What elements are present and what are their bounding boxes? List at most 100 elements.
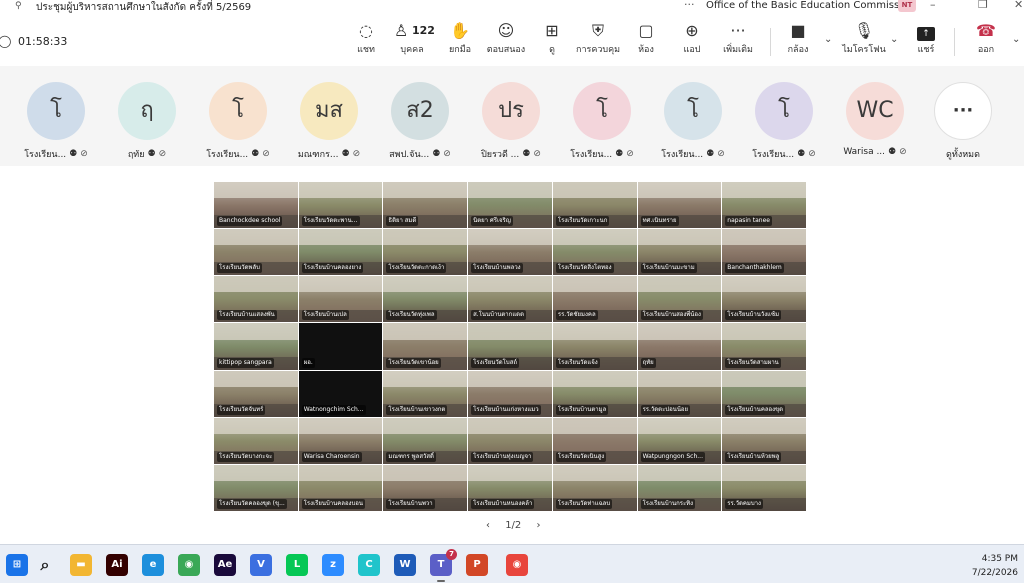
view-button[interactable]: ⊞ ดู bbox=[530, 20, 574, 56]
video-tile[interactable]: โรงเรียนบ้านห้วยพลู bbox=[722, 417, 806, 464]
video-tile[interactable]: โรงเรียนวัดจันทร์ bbox=[214, 370, 298, 417]
video-tile[interactable]: มณฑกร พูลสวัสดิ์ bbox=[383, 417, 468, 464]
after-effects-icon[interactable]: Ae bbox=[214, 554, 236, 576]
camera-button[interactable]: ■ กล้อง bbox=[776, 20, 820, 56]
video-tile[interactable]: Banchockdee school bbox=[214, 182, 298, 229]
raise-hand-button[interactable]: ✋ ยกมือ bbox=[438, 20, 482, 56]
chat-button[interactable]: ◌ แชท bbox=[344, 20, 388, 56]
video-tile[interactable]: โรงเรียนบ้านเขาวงกต bbox=[383, 370, 468, 417]
video-tile[interactable]: โรงเรียนวัดบางกะจะ bbox=[214, 417, 298, 464]
edge-icon[interactable]: e bbox=[142, 554, 164, 576]
video-tile[interactable]: ฤทัย bbox=[637, 323, 722, 370]
video-tile[interactable]: โรงเรียนบ้านวังแซ้ม bbox=[722, 276, 806, 323]
video-tile[interactable]: โรงเรียนวัดท่าแฉลบ bbox=[552, 464, 637, 511]
participant-tile[interactable]: โโรงเรียน... ⚉ ⊘ bbox=[648, 82, 738, 161]
video-tile[interactable]: Watpungngon Sch... bbox=[637, 417, 722, 464]
mic-options-chevron-icon[interactable]: ⌄ bbox=[890, 34, 898, 45]
video-tile[interactable]: โรงเรียนบ้านพลวง bbox=[468, 229, 552, 276]
chrome-profile-icon[interactable]: ◉ bbox=[506, 554, 528, 576]
video-tile[interactable]: โรงเรียนบ้านทุ่งเบญจา bbox=[468, 417, 552, 464]
apps-button[interactable]: ⊕ แอป bbox=[670, 20, 714, 56]
share-button[interactable]: ↑ แชร์ bbox=[904, 20, 948, 56]
video-tile[interactable]: ธิติยา สมดี bbox=[383, 182, 468, 229]
v-app-icon[interactable]: V bbox=[250, 554, 272, 576]
powerpoint-icon[interactable]: P bbox=[466, 554, 488, 576]
video-tile[interactable]: โรงเรียนวัดเกาะนก bbox=[552, 182, 637, 229]
video-tile[interactable]: รร.วัดตะปอนน้อย bbox=[637, 370, 722, 417]
video-tile[interactable]: โรงเรียนวัดเนินสูง bbox=[552, 417, 637, 464]
participant-tile[interactable]: มส มณฑกร... ⚉ ⊘ bbox=[284, 82, 374, 161]
participant-tile[interactable]: ปร ปิยรวดี ... ⚉ ⊘ bbox=[466, 82, 556, 161]
more-actions-button[interactable]: ··· เพิ่มเติม bbox=[716, 20, 760, 56]
video-tile[interactable]: ผอ. bbox=[298, 323, 383, 370]
participant-tile[interactable]: โโรงเรียน... ⚉ ⊘ bbox=[739, 82, 829, 161]
video-tile[interactable]: Warisa Charoensin bbox=[298, 417, 383, 464]
canva-icon[interactable]: C bbox=[358, 554, 380, 576]
file-explorer-icon[interactable]: ▬ bbox=[70, 554, 92, 576]
video-tile[interactable]: โรงเรียนวัดแจ้ง bbox=[552, 323, 637, 370]
camera-options-chevron-icon[interactable]: ⌄ bbox=[824, 34, 832, 45]
leave-options-chevron-icon[interactable]: ⌄ bbox=[1012, 34, 1020, 45]
video-tile[interactable]: โรงเรียนบ้านกระทิง bbox=[637, 464, 722, 511]
leave-button[interactable]: ☎ ออก bbox=[964, 20, 1008, 56]
line-icon[interactable]: L bbox=[286, 554, 308, 576]
previous-page-icon[interactable]: ‹ bbox=[486, 520, 490, 531]
participant-tile[interactable]: ส2 สพป.จัน... ⚉ ⊘ bbox=[375, 82, 465, 161]
video-tile[interactable]: napasin tanee bbox=[722, 182, 806, 229]
word-icon[interactable]: W bbox=[394, 554, 416, 576]
react-button[interactable]: ☺ ตอบสนอง bbox=[484, 20, 528, 56]
more-icon[interactable]: ··· bbox=[684, 0, 695, 11]
participant-count: 122 bbox=[412, 24, 435, 37]
participant-tile[interactable]: WC Warisa ... ⚉ ⊘ bbox=[830, 82, 920, 157]
video-tile[interactable]: โรงเรียนวัดตะพาน... bbox=[298, 182, 383, 229]
participant-tile[interactable]: โโรงเรียน... ⚉ ⊘ bbox=[11, 82, 101, 161]
video-tile[interactable]: โรงเรียนบ้านสองพี่น้อง bbox=[637, 276, 722, 323]
video-tile[interactable]: โรงเรียนวัดทุ่งเพล bbox=[383, 276, 468, 323]
participant-tile[interactable]: โโรงเรียน... ⚉ ⊘ bbox=[557, 82, 647, 161]
participant-tile[interactable]: ฤฤทัย ⚉ ⊘ bbox=[102, 82, 192, 161]
video-tile[interactable]: Banchanthakhlem bbox=[722, 229, 806, 276]
video-tile[interactable]: โรงเรียนบ้านคลองขุด bbox=[722, 370, 806, 417]
see-all-button[interactable]: ··· ดูทั้งหมด bbox=[918, 82, 1008, 161]
video-tile[interactable]: โรงเรียนบ้านมะขาม bbox=[637, 229, 722, 276]
video-tile[interactable]: โรงเรียนบ้านตามูล bbox=[552, 370, 637, 417]
video-tile[interactable]: โรงเรียนบ้านพวา bbox=[383, 464, 468, 511]
minimize-icon[interactable]: – bbox=[930, 0, 936, 11]
video-tile[interactable]: Watnongchim Sch... bbox=[298, 370, 383, 417]
search-icon[interactable]: ⌕ bbox=[34, 554, 56, 576]
video-tile[interactable]: โรงเรียนบ้านคลองบอน bbox=[298, 464, 383, 511]
video-tile[interactable]: นิตยา ศรีเจริญ bbox=[468, 182, 552, 229]
video-tile[interactable]: โรงเรียนบ้านแสลงพัน bbox=[214, 276, 298, 323]
video-tile[interactable]: โรงเรียนบ้านคลองยาง bbox=[298, 229, 383, 276]
video-tile[interactable]: โรงเรียนบ้านแก่งหางแมว bbox=[468, 370, 552, 417]
video-tile[interactable]: โรงเรียนวัดโบสถ์ bbox=[468, 323, 552, 370]
system-clock[interactable]: 4:35 PM 7/22/2026 bbox=[972, 552, 1018, 580]
video-tile[interactable]: โรงเรียนวัดพลับ bbox=[214, 229, 298, 276]
chrome-icon[interactable]: ◉ bbox=[178, 554, 200, 576]
video-tile[interactable]: รร.วัดคมบาง bbox=[722, 464, 806, 511]
video-tile[interactable]: โรงเรียนวัดเขาน้อย bbox=[383, 323, 468, 370]
controls-button[interactable]: ⛨ การควบคุม bbox=[576, 20, 620, 56]
teams-icon[interactable]: T7 bbox=[430, 549, 457, 576]
zoom-icon[interactable]: z bbox=[322, 554, 344, 576]
close-icon[interactable]: ✕ bbox=[1014, 0, 1023, 11]
video-tile[interactable]: โรงเรียนบ้านหนองคล้า bbox=[468, 464, 552, 511]
video-tile[interactable]: โรงเรียนวัดสามผาน bbox=[722, 323, 806, 370]
video-tile[interactable]: โรงเรียนวัดคลองขุด (ขุ... bbox=[214, 464, 298, 511]
video-tile[interactable]: ทศ.เนินทราย bbox=[637, 182, 722, 229]
next-page-icon[interactable]: › bbox=[536, 520, 540, 531]
participant-tile[interactable]: โโรงเรียน... ⚉ ⊘ bbox=[193, 82, 283, 161]
microphone-button[interactable]: 🎙 ไมโครโฟน bbox=[842, 20, 886, 56]
video-tile[interactable]: kittipop sangpara bbox=[214, 323, 298, 370]
video-tile[interactable]: โรงเรียนวัดสิ่งโตทอง bbox=[552, 229, 637, 276]
start-icon[interactable]: ⊞ bbox=[6, 554, 28, 576]
rooms-button[interactable]: ▢ ห้อง bbox=[624, 20, 668, 56]
video-tile[interactable]: โรงเรียนวัดตะกาดเง้า bbox=[383, 229, 468, 276]
video-tile[interactable]: โรงเรียนบ้านเปล bbox=[298, 276, 383, 323]
video-tile[interactable]: รร.วัดชัยมงคล bbox=[552, 276, 637, 323]
restore-icon[interactable]: ❐ bbox=[978, 0, 988, 11]
video-tile[interactable]: ส.โนนบ้านตากแดด bbox=[468, 276, 552, 323]
illustrator-icon[interactable]: Ai bbox=[106, 554, 128, 576]
people-button[interactable]: ♙ 122 บุคคล bbox=[390, 20, 435, 56]
user-avatar[interactable]: NT bbox=[898, 0, 916, 12]
